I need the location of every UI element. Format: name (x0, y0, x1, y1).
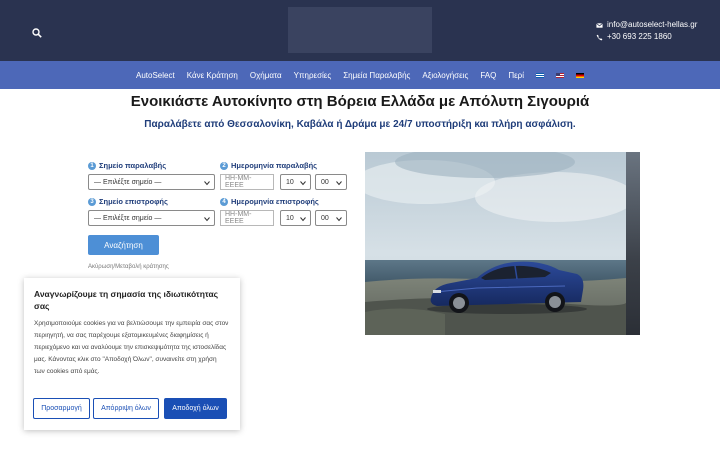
greek-flag-icon[interactable] (536, 72, 544, 78)
chevron-down-icon (336, 217, 342, 222)
return-minute-value: 00 (321, 214, 329, 222)
pickup-hour-select[interactable]: 10 (280, 174, 311, 190)
german-flag-icon[interactable] (576, 72, 584, 78)
pickup-point-value: — Επιλέξτε σημείο — (94, 178, 162, 186)
page-title: Ενοικιάστε Αυτοκίνητο στη Βόρεια Ελλάδα … (130, 93, 590, 110)
return-date-placeholder: HH-MM-EEEE (225, 211, 252, 225)
chevron-down-icon (300, 217, 306, 222)
chevron-down-icon (204, 217, 210, 222)
step-number: 2 (220, 161, 228, 170)
pickup-point-label-text: Σημείο παραλαβής (99, 161, 167, 170)
reject-all-button[interactable]: Απόρριψη όλων (93, 398, 159, 419)
step-number: 1 (88, 161, 96, 170)
return-point-label: 3 Σημείο επιστροφής (88, 197, 168, 206)
return-hour-select[interactable]: 10 (280, 210, 311, 226)
step-number: 3 (88, 197, 96, 206)
page-subtitle: Παραλάβετε από Θεσσαλονίκη, Καβάλα ή Δρά… (144, 119, 576, 130)
accept-all-button[interactable]: Αποδοχή όλων (164, 398, 227, 419)
english-flag-icon[interactable] (556, 72, 564, 78)
return-date-input[interactable]: HH-MM-EEEE (220, 210, 274, 226)
nav-list: AutoSelect Κάνε Κράτηση Οχήματα Υπηρεσίε… (0, 61, 720, 89)
nav-item-faq[interactable]: FAQ (474, 71, 502, 80)
step-number: 4 (220, 197, 228, 206)
return-minute-select[interactable]: 00 (315, 210, 347, 226)
search-button[interactable]: Αναζήτηση (88, 235, 159, 255)
return-point-label-text: Σημείο επιστροφής (99, 197, 168, 206)
photo-side-strip (626, 152, 640, 335)
cookie-description: Χρησιμοποιούμε cookies για να βελτιώσουμ… (34, 320, 229, 375)
site-logo[interactable] (288, 7, 432, 53)
pickup-date-placeholder: HH-MM-EEEE (225, 175, 252, 189)
chevron-down-icon (336, 181, 342, 186)
nav-item-vehicles[interactable]: Οχήματα (244, 71, 288, 80)
nav-item-services[interactable]: Υπηρεσίες (288, 71, 338, 80)
contact-phone[interactable]: +30 693 225 1860 (607, 31, 672, 43)
nav-item-booking[interactable]: Κάνε Κράτηση (181, 71, 244, 80)
customize-button[interactable]: Προσαρμογή (33, 398, 90, 419)
main-navigation: AutoSelect Κάνε Κράτηση Οχήματα Υπηρεσίε… (0, 61, 720, 89)
return-date-label-text: Ημερομηνία επιστροφής (231, 197, 319, 206)
return-date-label: 4 Ημερομηνία επιστροφής (220, 197, 319, 206)
nav-item-reviews[interactable]: Αξιολογήσεις (416, 71, 474, 80)
contact-info: info@autoselect-hellas.gr +30 693 225 18… (596, 19, 697, 43)
contact-email[interactable]: info@autoselect-hellas.gr (607, 19, 697, 31)
pickup-minute-select[interactable]: 00 (315, 174, 347, 190)
manage-booking-link[interactable]: Ακύρωση/Μεταβολή κράτησης (88, 264, 169, 270)
top-bar: info@autoselect-hellas.gr +30 693 225 18… (0, 0, 720, 61)
pickup-point-label: 1 Σημείο παραλαβής (88, 161, 166, 170)
chevron-down-icon (300, 181, 306, 186)
return-point-select[interactable]: — Επιλέξτε σημείο — (88, 210, 215, 226)
hero-car-photo (365, 152, 626, 335)
nav-item-pickup-points[interactable]: Σημεία Παραλαβής (337, 71, 416, 80)
nav-item-about[interactable]: Περί (502, 71, 530, 80)
pickup-date-label: 2 Ημερομηνία παραλαβής (220, 161, 317, 170)
pickup-point-select[interactable]: — Επιλέξτε σημείο — (88, 174, 215, 190)
return-hour-value: 10 (286, 214, 294, 222)
pickup-hour-value: 10 (286, 178, 294, 186)
pickup-date-input[interactable]: HH-MM-EEEE (220, 174, 274, 190)
phone-icon (596, 34, 603, 40)
pickup-minute-value: 00 (321, 178, 329, 186)
nav-item-autoselect[interactable]: AutoSelect (130, 71, 181, 80)
envelope-icon (596, 22, 603, 28)
return-point-value: — Επιλέξτε σημείο — (94, 214, 162, 222)
cookie-title: Αναγνωρίζουμε τη σημασία της ιδιωτικότητ… (34, 289, 219, 311)
chevron-down-icon (204, 181, 210, 186)
pickup-date-label-text: Ημερομηνία παραλαβής (231, 161, 318, 170)
search-icon[interactable] (32, 25, 42, 38)
cookie-consent-dialog: Αναγνωρίζουμε τη σημασία της ιδιωτικότητ… (24, 278, 240, 430)
